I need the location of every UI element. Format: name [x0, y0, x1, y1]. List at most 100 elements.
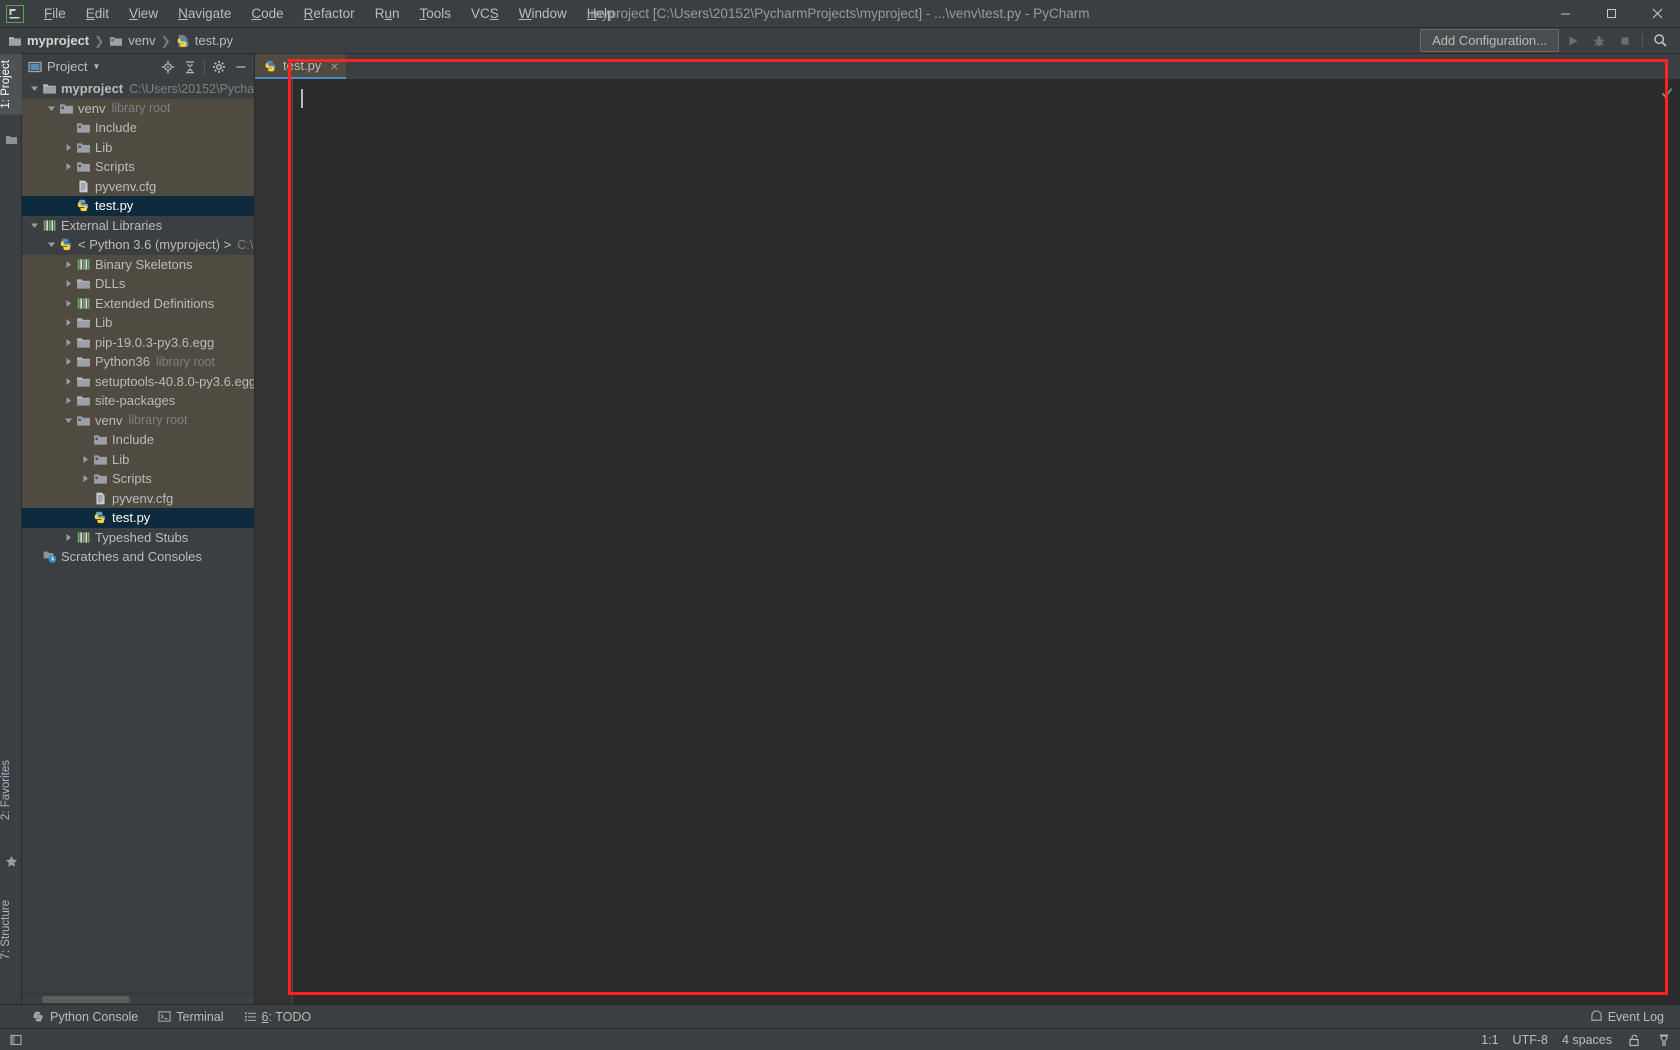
close-icon[interactable]: × [330, 58, 338, 74]
menu-code[interactable]: Code [241, 3, 293, 24]
chevron-right-icon[interactable] [62, 297, 75, 310]
title-bar: FFileile Edit View Navigate Code Refacto… [0, 0, 1680, 28]
tab-test-py[interactable]: test.py × [255, 54, 347, 79]
sidebar-item-project[interactable]: 1: Project [0, 54, 22, 115]
tree-node[interactable]: < Python 3.6 (myproject) > C:\ [22, 235, 254, 255]
tree-node[interactable]: External Libraries [22, 216, 254, 236]
caret-position[interactable]: 1:1 [1481, 1033, 1498, 1047]
tree-node[interactable]: Extended Definitions [22, 293, 254, 313]
project-panel-title[interactable]: Project ▼ [28, 59, 100, 74]
chevron-down-icon[interactable] [28, 82, 41, 95]
inspection-profile-icon[interactable] [1656, 1032, 1672, 1048]
chevron-right-icon[interactable] [62, 375, 75, 388]
menu-edit[interactable]: Edit [76, 3, 119, 24]
tree-node[interactable]: myproject C:\Users\20152\Pycha [22, 79, 254, 99]
menu-vcs[interactable]: VCS [461, 3, 509, 24]
chevron-right-icon[interactable] [62, 316, 75, 329]
tree-node[interactable]: Lib [22, 137, 254, 157]
bottom-item-label: Terminal [176, 1009, 224, 1024]
tree-node[interactable]: Include [22, 430, 254, 450]
debug-icon[interactable] [1587, 30, 1611, 52]
search-everywhere-icon[interactable] [1648, 30, 1672, 52]
sidebar-item-structure[interactable]: 7: Structure [0, 894, 22, 965]
tree-node[interactable]: Include [22, 118, 254, 138]
tree-node[interactable]: DLLs [22, 274, 254, 294]
tree-node[interactable]: venv library root [22, 410, 254, 430]
sidebar-item-favorites[interactable]: 2: Favorites [0, 754, 22, 826]
hide-panel-icon[interactable] [230, 56, 252, 78]
tree-node[interactable]: setuptools-40.8.0-py3.6.egg [22, 371, 254, 391]
tree-node[interactable]: Lib [22, 449, 254, 469]
tree-node[interactable]: venv library root [22, 98, 254, 118]
tree-node[interactable]: Binary Skeletons [22, 254, 254, 274]
tree-node[interactable]: test.py [22, 196, 254, 216]
locate-icon[interactable] [157, 56, 179, 78]
chevron-down-icon[interactable] [62, 414, 75, 427]
hscrollbar-thumb[interactable] [42, 996, 130, 1003]
python-file-icon [264, 59, 278, 73]
collapse-all-icon[interactable] [179, 56, 201, 78]
editor-text-area[interactable] [293, 79, 1667, 1004]
indent-setting[interactable]: 4 spaces [1562, 1033, 1612, 1047]
tree-node[interactable]: Lib [22, 313, 254, 333]
add-configuration-button[interactable]: Add Configuration... [1420, 29, 1559, 52]
inspection-ok-icon[interactable] [1661, 87, 1673, 99]
tree-node[interactable]: Python36 library root [22, 352, 254, 372]
breadcrumb-testpy[interactable]: test.py [176, 33, 233, 48]
breadcrumb-venv[interactable]: venv [109, 33, 156, 48]
project-tree[interactable]: myproject C:\Users\20152\Pycha venv library… [22, 79, 254, 993]
bottom-item-todo[interactable]: 6: TODO [234, 1008, 322, 1026]
chevron-down-icon[interactable] [45, 102, 58, 115]
chevron-right-icon[interactable] [62, 394, 75, 407]
event-log-button[interactable]: Event Log [1584, 1008, 1670, 1026]
menu-refactor[interactable]: Refactor [294, 3, 365, 24]
tree-node[interactable]: Scripts [22, 157, 254, 177]
chevron-down-icon[interactable] [45, 238, 58, 251]
maximize-button[interactable] [1588, 0, 1634, 28]
run-icon[interactable] [1561, 30, 1585, 52]
chevron-right-icon[interactable] [62, 277, 75, 290]
menu-help[interactable]: Help [577, 3, 625, 24]
chevron-right-icon[interactable] [62, 160, 75, 173]
minimize-button[interactable] [1542, 0, 1588, 28]
tree-node[interactable]: Scripts [22, 469, 254, 489]
project-tree-hscrollbar[interactable] [22, 993, 254, 1004]
menu-window[interactable]: Window [509, 3, 577, 24]
bottom-item-terminal[interactable]: Terminal [148, 1008, 233, 1026]
menu-view[interactable]: View [119, 3, 168, 24]
tree-node[interactable]: Typeshed Stubs [22, 528, 254, 548]
tree-node[interactable]: pyvenv.cfg [22, 176, 254, 196]
chevron-right-icon[interactable] [79, 472, 92, 485]
menu-navigate[interactable]: Navigate [168, 3, 241, 24]
tree-node[interactable]: pip-19.0.3-py3.6.egg [22, 332, 254, 352]
chevron-right-icon[interactable] [62, 141, 75, 154]
tree-node[interactable]: pyvenv.cfg [22, 488, 254, 508]
tree-node-label: pyvenv.cfg [112, 490, 174, 506]
tree-node[interactable]: test.py [22, 508, 254, 528]
editor-vscrollbar[interactable] [1661, 79, 1680, 1004]
breadcrumb-myproject[interactable]: myproject [8, 33, 89, 48]
tree-node[interactable]: site-packages [22, 391, 254, 411]
chevron-right-icon[interactable] [62, 355, 75, 368]
bottom-item-python-console[interactable]: Python Console [22, 1008, 148, 1026]
chevron-right-icon[interactable] [62, 531, 75, 544]
menu-run[interactable]: Run [365, 3, 410, 24]
settings-gear-icon[interactable] [208, 56, 230, 78]
chevron-right-icon[interactable] [62, 336, 75, 349]
menu-file[interactable]: FFileile [34, 3, 76, 24]
close-button[interactable] [1634, 0, 1680, 28]
scratches-icon [41, 549, 57, 564]
venv-folder-icon [75, 140, 91, 155]
code-editor[interactable] [255, 79, 1680, 1004]
chevron-right-icon[interactable] [79, 453, 92, 466]
file-encoding[interactable]: UTF-8 [1513, 1033, 1548, 1047]
chevron-right-icon[interactable] [62, 258, 75, 271]
menu-tools[interactable]: Tools [409, 3, 461, 24]
todo-icon [244, 1010, 257, 1023]
chevron-down-icon[interactable] [28, 219, 41, 232]
toggle-toolwindows-icon[interactable] [8, 1032, 24, 1048]
unlocked-icon[interactable] [1626, 1032, 1642, 1048]
editor-gutter[interactable] [255, 79, 293, 1004]
tree-node[interactable]: Scratches and Consoles [22, 547, 254, 567]
stop-icon[interactable] [1613, 30, 1637, 52]
